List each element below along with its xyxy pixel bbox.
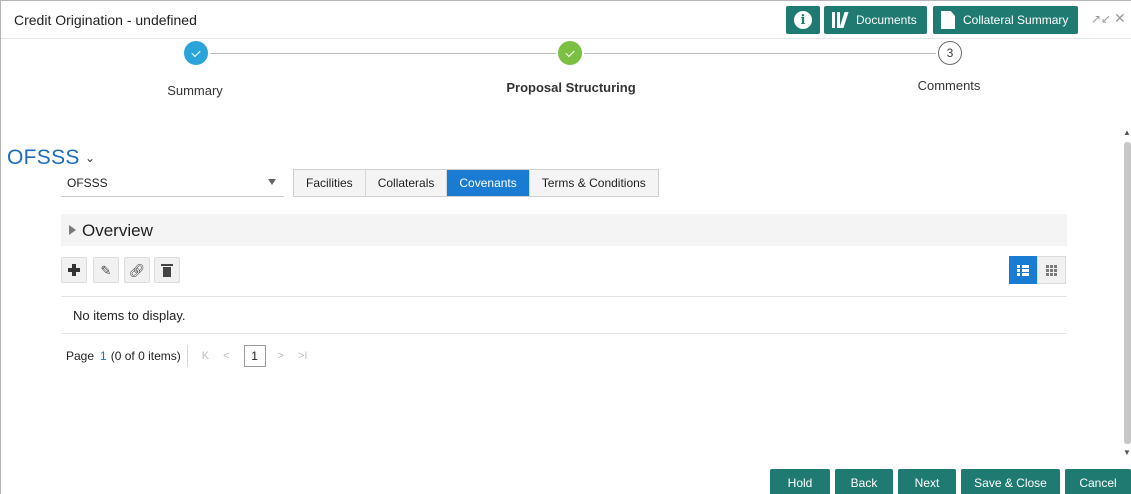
scroll-down-icon[interactable]: ▼ [1123, 448, 1131, 457]
next-page-icon[interactable]: > [278, 350, 284, 362]
add-icon [68, 264, 80, 276]
check-icon [565, 47, 575, 57]
close-icon[interactable]: ✕ [1114, 10, 1126, 27]
step-label-summary[interactable]: Summary [167, 83, 223, 98]
entity-title: OFSSS [7, 146, 80, 169]
document-icon [941, 11, 955, 29]
cancel-button[interactable]: Cancel [1065, 469, 1131, 494]
list-view-icon [1017, 264, 1029, 276]
collateral-summary-button[interactable]: Collateral Summary [933, 6, 1078, 34]
proposal-tabs: Facilities Collaterals Covenants Terms &… [293, 169, 659, 197]
add-button[interactable] [61, 257, 87, 283]
step-connector [584, 53, 936, 54]
edit-button[interactable]: ✎ [93, 257, 119, 283]
step-comments-indicator[interactable]: 3 [938, 41, 962, 65]
link-button[interactable]: 🔗︎ [124, 257, 150, 283]
app-window [0, 0, 1131, 494]
hold-button[interactable]: Hold [770, 469, 830, 494]
window-title: Credit Origination - undefined [14, 12, 197, 28]
divider [61, 333, 1067, 334]
page-label: Page [66, 349, 95, 363]
scroll-up-icon[interactable]: ▲ [1123, 128, 1131, 137]
tab-terms-conditions[interactable]: Terms & Conditions [529, 170, 658, 196]
page-items-count: (0 of 0 items) [110, 349, 181, 363]
page-number: 1 [100, 349, 107, 363]
edit-icon: ✎ [100, 262, 112, 278]
tab-facilities[interactable]: Facilities [294, 170, 366, 196]
window-header: Credit Origination - undefined i Documen… [1, 1, 1131, 39]
grid-view-button[interactable] [1037, 256, 1066, 284]
entity-select[interactable]: OFSSS [61, 169, 284, 197]
step-summary-indicator[interactable] [184, 41, 208, 65]
pager-separator [186, 345, 188, 367]
divider [61, 296, 1067, 297]
info-icon: i [794, 11, 812, 29]
step-label-proposal-structuring[interactable]: Proposal Structuring [506, 80, 635, 95]
step-label-comments[interactable]: Comments [918, 78, 981, 93]
caret-down-icon [268, 179, 276, 185]
caret-right-icon [69, 225, 76, 235]
save-close-button[interactable]: Save & Close [961, 469, 1060, 494]
current-page-button[interactable]: 1 [243, 345, 266, 367]
link-icon: 🔗︎ [128, 262, 146, 278]
overview-label: Overview [82, 221, 153, 240]
last-page-icon[interactable]: >I [298, 350, 307, 362]
documents-button[interactable]: Documents [824, 6, 927, 34]
collateral-summary-label: Collateral Summary [963, 13, 1069, 27]
empty-message: No items to display. [73, 308, 186, 323]
next-button[interactable]: Next [898, 469, 956, 494]
info-button[interactable]: i [786, 6, 820, 34]
chevron-down-icon[interactable]: ⌄ [85, 151, 95, 165]
library-icon [832, 12, 849, 28]
step-proposal-indicator[interactable] [558, 41, 582, 65]
entity-select-value: OFSSS [67, 176, 108, 190]
tab-collaterals[interactable]: Collaterals [365, 170, 448, 196]
delete-icon [161, 263, 173, 277]
expand-icon[interactable]: ↗↙ [1091, 12, 1111, 26]
scrollbar-thumb[interactable] [1124, 142, 1131, 444]
prev-page-icon[interactable]: < [223, 350, 229, 362]
pagination: Page 1 (0 of 0 items) K < 1 > >I [66, 345, 321, 367]
overview-header[interactable]: Overview [61, 214, 1067, 246]
first-page-icon[interactable]: K [202, 350, 209, 362]
list-view-button[interactable] [1009, 256, 1037, 284]
documents-label: Documents [856, 13, 917, 27]
check-icon [191, 47, 201, 57]
back-button[interactable]: Back [835, 469, 893, 494]
step-connector [210, 53, 556, 54]
delete-button[interactable] [154, 257, 180, 283]
grid-view-icon [1046, 264, 1057, 276]
tab-covenants[interactable]: Covenants [447, 170, 530, 196]
